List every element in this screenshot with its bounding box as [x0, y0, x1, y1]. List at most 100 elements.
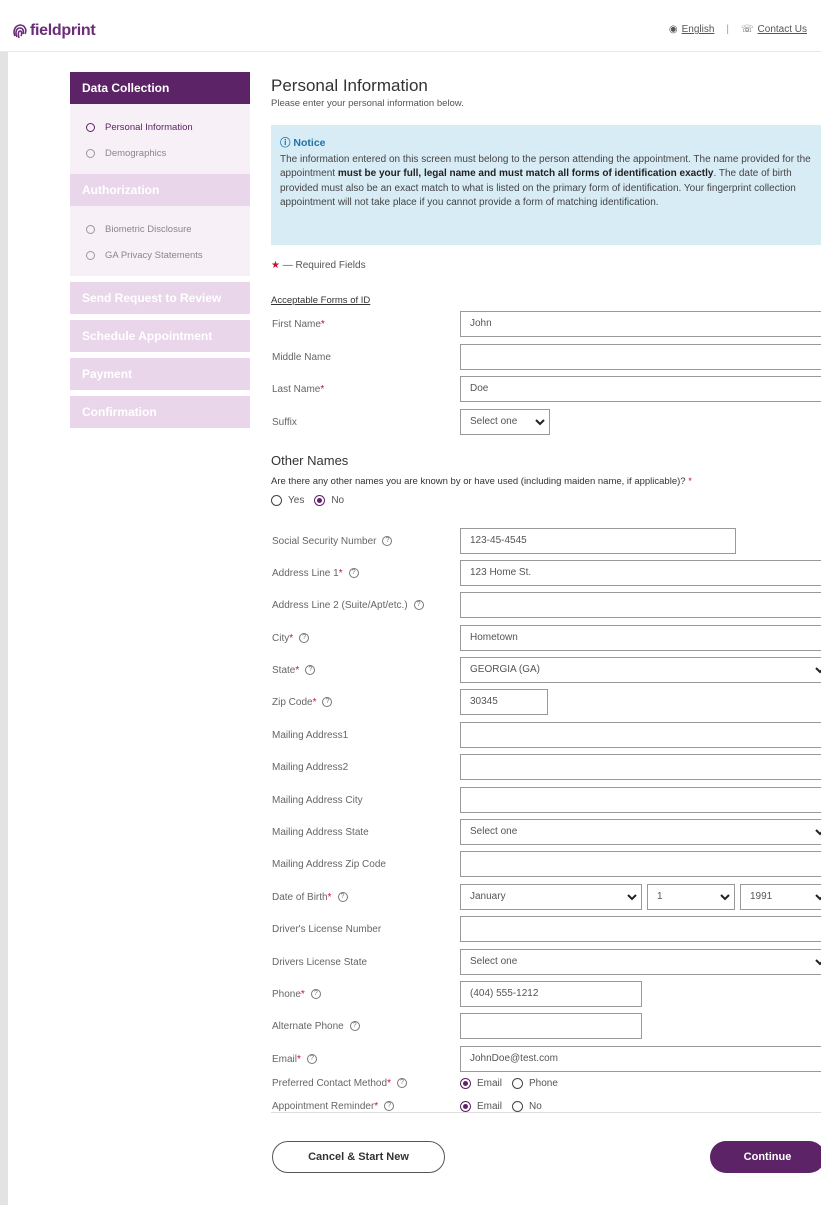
notice-title: ⓘ Notice	[280, 135, 813, 150]
contact-method-label: Preferred Contact Method *?	[272, 1078, 407, 1089]
zip-label: Zip Code *?	[272, 697, 333, 708]
select-value: GEORGIA (GA)	[470, 664, 541, 675]
label-text: First Name	[272, 318, 321, 330]
required-star: *	[338, 567, 343, 579]
globe-icon: ◉	[668, 24, 678, 35]
radio-button[interactable]	[460, 1100, 471, 1112]
other-names-yes[interactable]: Yes	[271, 494, 305, 506]
row-mail1: Mailing Address1	[271, 721, 821, 749]
radio-button[interactable]	[460, 1077, 471, 1089]
label-text: Social Security Number	[272, 535, 377, 547]
contact-method-email[interactable]: Email	[460, 1077, 502, 1089]
label-text: Last Name	[272, 383, 321, 395]
sidebar-item-label: Demographics	[105, 147, 167, 159]
email-input[interactable]: JohnDoe@test.com	[460, 1046, 821, 1072]
notice-title-text: Notice	[293, 137, 326, 149]
sidebar-section-data-collection[interactable]: Data Collection	[70, 72, 250, 104]
row-alt-phone: Alternate Phone?	[271, 1012, 821, 1040]
mail-zip-input[interactable]	[460, 851, 821, 877]
help-icon[interactable]: ?	[349, 1021, 360, 1031]
reminder-no[interactable]: No	[512, 1100, 542, 1112]
sidebar-section-confirmation: Confirmation	[70, 396, 250, 428]
acceptable-id-link[interactable]: Acceptable Forms of ID	[271, 295, 821, 306]
radio-button[interactable]	[271, 494, 282, 506]
help-icon[interactable]: ?	[322, 697, 333, 707]
sidebar-item-personal-information[interactable]: Personal Information	[70, 116, 250, 138]
dl-state-select[interactable]: Select one	[460, 949, 821, 975]
contact-method-radio-group: Email Phone	[460, 1077, 568, 1089]
mail2-input[interactable]	[460, 754, 821, 780]
email-label: Email *?	[272, 1054, 317, 1065]
row-mail-state: Mailing Address State Select one	[271, 818, 821, 846]
row-ssn: Social Security Number? 123-45-4545	[271, 527, 821, 555]
cancel-start-new-button[interactable]: Cancel & Start New	[272, 1141, 445, 1173]
dob-month-select[interactable]: January	[460, 884, 642, 910]
last-name-label: Last Name *	[272, 384, 324, 395]
dl-number-input[interactable]	[460, 916, 821, 942]
zip-input[interactable]: 30345	[460, 689, 548, 715]
label-text: Address Line 1	[272, 567, 339, 579]
radio-label: Yes	[288, 494, 305, 506]
phone-input[interactable]: (404) 555-1212	[460, 981, 642, 1007]
help-icon[interactable]: ?	[337, 892, 348, 902]
help-icon[interactable]: ?	[382, 536, 393, 546]
mail-city-label: Mailing Address City	[272, 794, 363, 806]
help-icon[interactable]: ?	[348, 568, 359, 578]
continue-button[interactable]: Continue	[710, 1141, 821, 1173]
contact-method-phone[interactable]: Phone	[512, 1077, 558, 1089]
fieldprint-logo[interactable]: fieldprint	[12, 22, 96, 40]
help-icon[interactable]: ?	[305, 665, 316, 675]
sidebar-item-biometric-disclosure: Biometric Disclosure	[70, 218, 250, 240]
mail-zip-label: Mailing Address Zip Code	[272, 858, 386, 870]
last-name-input[interactable]: Doe	[460, 376, 821, 402]
sidebar-section-authorization: Authorization	[70, 174, 250, 206]
main-form: Personal Information Please enter your p…	[271, 76, 821, 1173]
radio-button[interactable]	[512, 1100, 524, 1112]
address2-label: Address Line 2 (Suite/Apt/etc.)?	[272, 600, 424, 611]
help-icon[interactable]: ?	[396, 1078, 407, 1088]
help-icon[interactable]: ?	[413, 600, 424, 610]
alt-phone-input[interactable]	[460, 1013, 642, 1039]
row-dob: Date of Birth *? January 1 1991	[271, 883, 821, 911]
language-link[interactable]: English	[682, 24, 715, 35]
other-names-no[interactable]: No	[314, 494, 345, 506]
middle-name-input[interactable]	[460, 344, 821, 370]
suffix-select[interactable]: Select one	[460, 409, 550, 435]
required-note-text: — Required Fields	[282, 260, 366, 271]
address2-input[interactable]	[460, 592, 821, 618]
top-header: fieldprint ◉ English | ☏ Contact Us	[0, 0, 821, 52]
page-title: Personal Information	[271, 76, 428, 95]
phone-label: Phone *?	[272, 989, 321, 1000]
sidebar-item-demographics[interactable]: Demographics	[70, 142, 250, 164]
radio-button[interactable]	[512, 1077, 524, 1089]
contact-us-link[interactable]: Contact Us	[758, 24, 807, 35]
help-icon[interactable]: ?	[306, 1054, 317, 1064]
help-icon[interactable]: ?	[310, 989, 321, 999]
city-input[interactable]: Hometown	[460, 625, 821, 651]
reminder-email[interactable]: Email	[460, 1100, 502, 1112]
dob-label: Date of Birth *?	[272, 892, 348, 903]
state-select[interactable]: GEORGIA (GA)	[460, 657, 821, 683]
radio-button[interactable]	[314, 494, 326, 506]
first-name-input[interactable]: John	[460, 311, 821, 337]
help-icon[interactable]: ?	[299, 633, 310, 643]
address1-input[interactable]: 123 Home St.	[460, 560, 821, 586]
ssn-label: Social Security Number?	[272, 535, 393, 547]
mail2-label: Mailing Address2	[272, 761, 349, 773]
help-icon[interactable]: ?	[384, 1101, 395, 1111]
mail-city-input[interactable]	[460, 787, 821, 813]
other-names-heading: Other Names	[271, 453, 349, 468]
dob-day-select[interactable]: 1	[647, 884, 735, 910]
mail1-input[interactable]	[460, 722, 821, 748]
select-value: Select one	[470, 826, 518, 837]
ssn-input[interactable]: 123-45-4545	[460, 528, 736, 554]
row-reminder: Appointment Reminder *? Email No	[271, 1095, 821, 1117]
required-star: *	[320, 383, 325, 395]
notice-body: The information entered on this screen m…	[280, 153, 813, 210]
mail-state-select[interactable]: Select one	[460, 819, 821, 845]
alt-phone-label: Alternate Phone?	[272, 1021, 360, 1032]
dob-year-select[interactable]: 1991	[740, 884, 821, 910]
radio-label: No	[331, 494, 345, 506]
row-city: City *? Hometown	[271, 624, 821, 652]
select-value: 1991	[750, 891, 773, 902]
